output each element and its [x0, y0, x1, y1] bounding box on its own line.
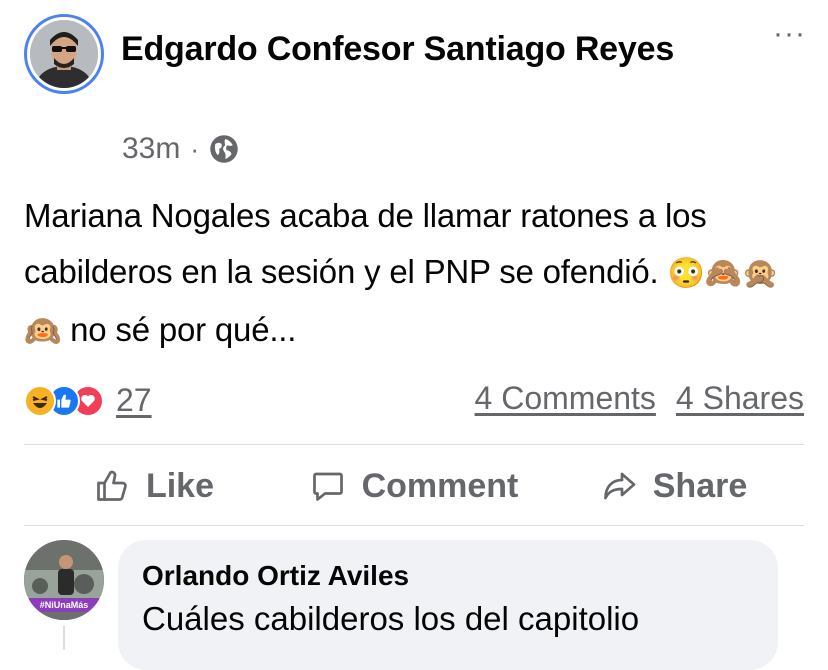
haha-reaction-icon [24, 384, 56, 417]
thread-line [63, 626, 65, 650]
meta-separator: · [190, 133, 200, 164]
comment-text: Cuáles cabilderos los del capitolio [142, 600, 640, 637]
share-label: Share [652, 466, 748, 505]
globe-icon [210, 135, 238, 163]
author-photo [30, 20, 98, 88]
share-arrow-icon [603, 472, 636, 500]
divider-top [24, 444, 804, 445]
comment-bubble[interactable]: Orlando Ortiz Aviles Cuáles cabilderos l… [118, 540, 778, 670]
post-text-end: no sé por qué... [70, 311, 297, 348]
like-button[interactable]: Like [24, 446, 284, 526]
post-text-main: Mariana Nogales acaba de llamar ratones … [24, 197, 707, 290]
author-avatar-ring[interactable] [24, 14, 104, 94]
divider-bottom [24, 525, 804, 526]
avatar-badge: #NiUnaMás [29, 598, 99, 612]
commenter-name[interactable]: Orlando Ortiz Aviles [142, 560, 409, 592]
author-avatar[interactable] [30, 20, 98, 88]
reaction-summary[interactable]: 27 [24, 382, 152, 419]
reaction-count[interactable]: 27 [116, 382, 152, 419]
engagement-counts: 4 Comments 4 Shares [475, 380, 804, 417]
post-body: Mariana Nogales acaba de llamar ratones … [24, 188, 814, 360]
like-label: Like [145, 466, 215, 505]
thumbs-up-icon [97, 470, 127, 501]
post-timestamp[interactable]: 33m [122, 132, 180, 166]
post-actions: Like Comment Share [24, 446, 804, 526]
comment-bubble-icon [312, 472, 343, 501]
comment-label: Comment [361, 466, 519, 505]
share-button[interactable]: Share [544, 446, 804, 526]
comments-count-link[interactable]: 4 Comments [475, 380, 656, 417]
commenter-avatar[interactable]: #NiUnaMás [24, 540, 104, 620]
post-author-name[interactable]: Edgardo Confesor Santiago Reyes [121, 22, 721, 76]
more-options-icon[interactable]: ··· [773, 19, 806, 49]
shares-count-link[interactable]: 4 Shares [676, 380, 804, 417]
comment-button[interactable]: Comment [284, 446, 544, 526]
post-meta: 33m · [122, 132, 239, 166]
